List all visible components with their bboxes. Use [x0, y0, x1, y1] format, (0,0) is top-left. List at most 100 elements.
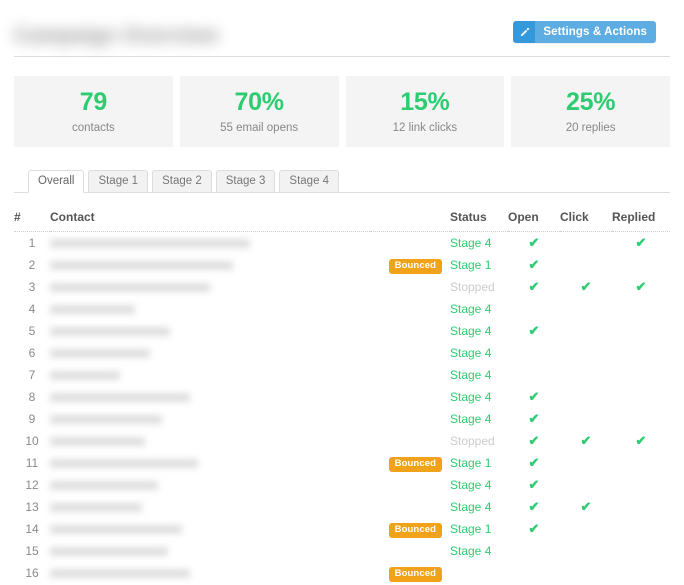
check-icon: ✔: [528, 411, 540, 426]
status-text: Stage 4: [450, 324, 492, 338]
bounced-badge-cell: [370, 408, 450, 430]
replied-check-cell: [612, 342, 670, 364]
contact-name[interactable]: [50, 386, 370, 408]
table-row[interactable]: 1 Stage 4 ✔ ✔: [14, 232, 670, 255]
stat-label: 55 email opens: [220, 121, 299, 134]
settings-and-actions-button[interactable]: Settings & Actions: [513, 21, 656, 43]
replied-check-cell: [612, 540, 670, 562]
open-check-cell: ✔: [508, 518, 560, 540]
check-icon: ✔: [528, 235, 540, 250]
contact-name[interactable]: [50, 408, 370, 430]
contact-name[interactable]: [50, 342, 370, 364]
table-row[interactable]: 4 Stage 4: [14, 298, 670, 320]
status-cell: Stage 4: [450, 496, 508, 518]
open-check-cell: ✔: [508, 320, 560, 342]
tab-overall[interactable]: Overall: [28, 170, 85, 193]
replied-check-cell: ✔: [612, 276, 670, 298]
click-check-cell: [560, 254, 612, 276]
redacted-contact-name: [50, 415, 162, 425]
click-check-cell: [560, 232, 612, 255]
click-check-cell: ✔: [560, 430, 612, 452]
stat-value: 79: [79, 88, 108, 117]
contact-name[interactable]: [50, 232, 370, 255]
status-cell: Stopped: [450, 430, 508, 452]
contact-name[interactable]: [50, 496, 370, 518]
status-cell: Stage 4: [450, 320, 508, 342]
status-text: Stage 4: [450, 500, 492, 514]
table-row[interactable]: 11 Bounced Stage 1 ✔: [14, 452, 670, 474]
contact-name[interactable]: [50, 364, 370, 386]
check-icon: ✔: [528, 433, 540, 448]
table-row[interactable]: 9 Stage 4 ✔: [14, 408, 670, 430]
tab-stage-1[interactable]: Stage 1: [88, 170, 149, 193]
open-check-cell: ✔: [508, 232, 560, 255]
redacted-contact-name: [50, 283, 210, 293]
stat-value: 15%: [400, 88, 450, 117]
replied-check-cell: [612, 254, 670, 276]
replied-check-cell: [612, 364, 670, 386]
contact-name[interactable]: [50, 254, 370, 276]
stage-tabs: Overall Stage 1 Stage 2 Stage 3 Stage 4: [28, 170, 340, 193]
click-check-cell: ✔: [560, 496, 612, 518]
column-header-status[interactable]: Status: [450, 210, 508, 232]
tab-stage-4[interactable]: Stage 4: [279, 170, 340, 193]
click-check-cell: [560, 518, 612, 540]
redacted-contact-name: [50, 569, 190, 579]
table-row[interactable]: 12 Stage 4 ✔: [14, 474, 670, 496]
contact-name[interactable]: [50, 518, 370, 540]
status-cell: Stopped: [450, 276, 508, 298]
status-cell: Stage 4: [450, 386, 508, 408]
row-number: 9: [28, 412, 36, 426]
check-icon: ✔: [635, 235, 647, 250]
tab-stage-2[interactable]: Stage 2: [152, 170, 212, 193]
bounced-badge-cell: [370, 232, 450, 255]
check-icon: ✔: [528, 499, 540, 514]
contact-name[interactable]: [50, 452, 370, 474]
column-header-number[interactable]: #: [14, 210, 50, 232]
table-row[interactable]: 16 Bounced: [14, 562, 670, 584]
bounced-badge-cell: [370, 474, 450, 496]
row-number: 15: [25, 544, 39, 558]
table-row[interactable]: 15 Stage 4: [14, 540, 670, 562]
page-header: Campaign Overview Settings & Actions: [0, 0, 684, 48]
column-header-contact[interactable]: Contact: [50, 210, 370, 232]
contact-name[interactable]: [50, 320, 370, 342]
contact-name[interactable]: [50, 562, 370, 584]
table-row[interactable]: 14 Bounced Stage 1 ✔: [14, 518, 670, 540]
column-header-click[interactable]: Click: [560, 210, 612, 232]
bounced-badge-cell: [370, 430, 450, 452]
stat-label: 20 replies: [565, 121, 616, 134]
table-row[interactable]: 3 Stopped ✔ ✔ ✔: [14, 276, 670, 298]
contact-name[interactable]: [50, 276, 370, 298]
table-row[interactable]: 8 Stage 4 ✔: [14, 386, 670, 408]
check-icon: ✔: [528, 279, 540, 294]
column-header-open[interactable]: Open: [508, 210, 560, 232]
status-text: Stage 1: [450, 258, 492, 272]
table-row[interactable]: 5 Stage 4 ✔: [14, 320, 670, 342]
click-check-cell: [560, 452, 612, 474]
open-check-cell: [508, 342, 560, 364]
column-header-badge: [370, 210, 450, 232]
status-text: Stage 4: [450, 412, 492, 426]
row-number: 11: [25, 456, 39, 470]
table-row[interactable]: 6 Stage 4: [14, 342, 670, 364]
contact-name[interactable]: [50, 474, 370, 496]
replied-check-cell: ✔: [612, 430, 670, 452]
contact-name[interactable]: [50, 430, 370, 452]
page-title: Campaign Overview: [14, 24, 219, 47]
table-row[interactable]: 7 Stage 4: [14, 364, 670, 386]
check-icon: ✔: [580, 433, 592, 448]
status-cell: Stage 4: [450, 298, 508, 320]
tab-stage-3[interactable]: Stage 3: [215, 170, 276, 193]
contact-name[interactable]: [50, 298, 370, 320]
replied-check-cell: [612, 298, 670, 320]
table-row[interactable]: 13 Stage 4 ✔ ✔: [14, 496, 670, 518]
status-cell: Stage 4: [450, 364, 508, 386]
table-row[interactable]: 10 Stopped ✔ ✔ ✔: [14, 430, 670, 452]
click-check-cell: [560, 540, 612, 562]
column-header-replied[interactable]: Replied: [612, 210, 670, 232]
check-icon: ✔: [635, 279, 647, 294]
table-row[interactable]: 2 Bounced Stage 1 ✔: [14, 254, 670, 276]
row-number: 3: [28, 280, 36, 294]
contact-name[interactable]: [50, 540, 370, 562]
